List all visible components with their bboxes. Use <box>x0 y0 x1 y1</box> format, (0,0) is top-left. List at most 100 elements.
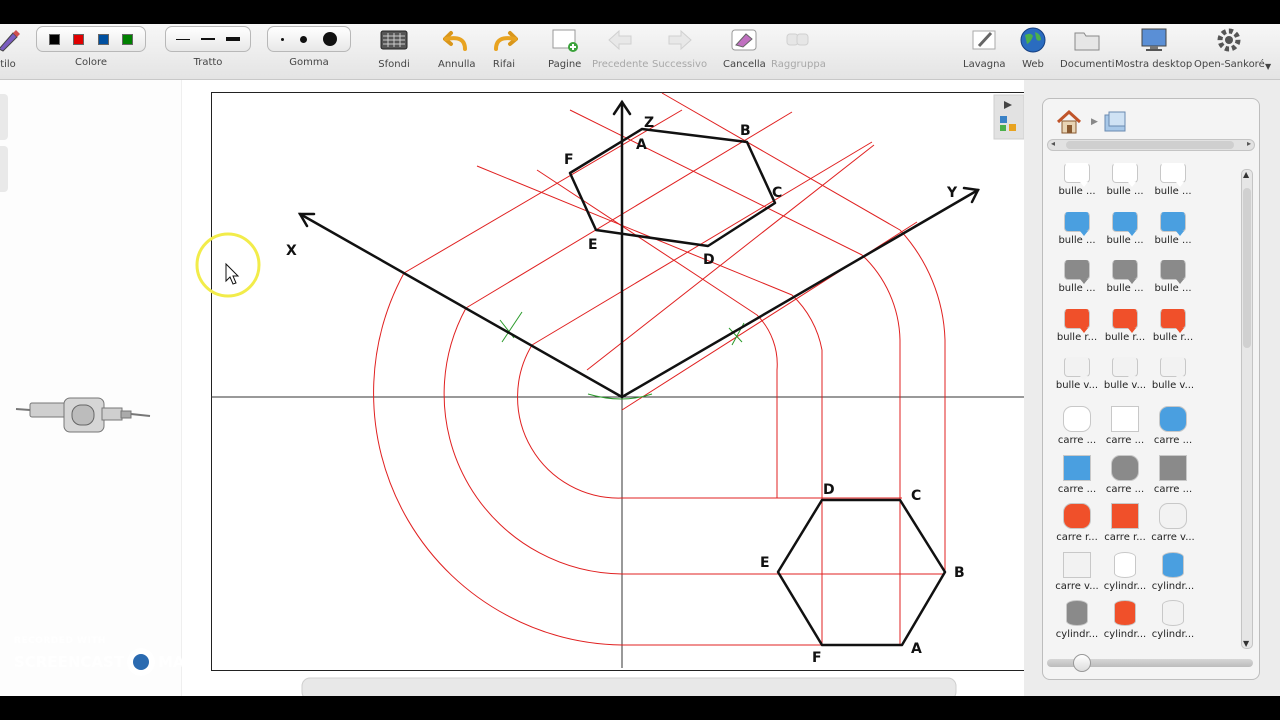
vertical-scroll-thumb[interactable] <box>1243 188 1251 348</box>
library-item[interactable]: carre v... <box>1149 503 1197 543</box>
library-item[interactable]: carre r... <box>1053 503 1101 543</box>
group-label: Raggruppa <box>771 59 826 70</box>
library-item[interactable]: carre ... <box>1053 454 1101 495</box>
board-button[interactable]: Lavagna <box>963 26 1006 70</box>
library-items-grid: bulle ... bulle ... bulle ... bulle ... bull… <box>1043 159 1243 649</box>
library-item[interactable]: carre ... <box>1149 454 1197 495</box>
zoom-slider-knob[interactable] <box>1073 654 1091 672</box>
library-item[interactable]: bulle r... <box>1053 308 1101 343</box>
color-swatch-blue[interactable] <box>97 33 109 45</box>
zoom-slider[interactable] <box>1047 654 1253 672</box>
eraser-small[interactable] <box>281 37 284 41</box>
horizontal-scroll-thumb[interactable] <box>1066 141 1234 149</box>
library-item-label: bulle ... <box>1154 234 1192 246</box>
scroll-right-icon[interactable]: ▸ <box>1247 139 1251 148</box>
stylus-icon <box>0 26 24 54</box>
library-item-label: bulle r... <box>1104 331 1146 343</box>
screencast-watermark: RECORDED WITH SCREENCAST MATIC <box>14 636 210 676</box>
library-item[interactable]: bulle v... <box>1053 357 1101 391</box>
library-item[interactable]: carre ... <box>1053 406 1101 446</box>
stroke-thick[interactable] <box>225 37 240 41</box>
redo-button[interactable]: Rifai <box>488 26 520 70</box>
cylinder-icon <box>1114 600 1136 627</box>
library-item[interactable]: bulle v... <box>1149 357 1197 391</box>
color-swatch-red[interactable] <box>73 33 85 45</box>
vertical-scrollbar[interactable]: ▲ ▼ <box>1241 169 1253 649</box>
top-hex-label-c: C <box>772 185 782 201</box>
chevron-down-icon[interactable]: ▼ <box>1265 62 1271 71</box>
axis-label-x: X <box>286 243 297 259</box>
stroke-group: Tratto <box>165 26 251 68</box>
technical-drawing[interactable]: X Y Z A B C D E F A B C D E F <box>182 80 1024 696</box>
library-item[interactable]: carre r... <box>1101 503 1149 543</box>
library-item[interactable]: bulle ... <box>1053 163 1101 197</box>
library-item[interactable]: cylindr... <box>1149 551 1197 592</box>
arrow-right-icon <box>664 26 696 54</box>
library-item[interactable]: cylindr... <box>1101 600 1149 640</box>
screencast-logo-icon <box>127 648 156 676</box>
square-icon <box>1063 503 1091 530</box>
library-item-label: cylindr... <box>1151 580 1195 592</box>
show-desktop-button[interactable]: Mostra desktop <box>1115 26 1192 70</box>
library-toggle-button[interactable] <box>993 94 1024 140</box>
stroke-thin[interactable] <box>176 38 191 40</box>
eraser-medium[interactable] <box>300 35 307 43</box>
library-item[interactable]: cylindr... <box>1101 551 1149 592</box>
undo-button[interactable]: Annulla <box>438 26 476 70</box>
library-item[interactable]: bulle v... <box>1101 357 1149 391</box>
library-item[interactable]: carre v... <box>1053 551 1101 592</box>
open-sankore-button[interactable]: Open-Sankoré <box>1194 26 1265 70</box>
stroke-medium[interactable] <box>200 38 215 40</box>
home-icon[interactable] <box>1055 109 1083 139</box>
library-item[interactable]: bulle ... <box>1101 260 1149 294</box>
library-item[interactable]: bulle ... <box>1149 260 1197 294</box>
color-swatch-green[interactable] <box>122 33 134 45</box>
group-button[interactable]: Raggruppa <box>771 26 826 70</box>
scroll-down-icon[interactable]: ▼ <box>1243 639 1249 648</box>
scroll-up-icon[interactable]: ▲ <box>1243 170 1249 179</box>
arrow-left-icon <box>604 26 636 54</box>
library-item[interactable]: bulle ... <box>1149 163 1197 197</box>
library-item[interactable]: carre ... <box>1149 406 1197 446</box>
documents-button[interactable]: Documenti <box>1060 26 1115 70</box>
color-swatch-black[interactable] <box>48 33 60 45</box>
library-item[interactable]: bulle ... <box>1053 260 1101 294</box>
redo-label: Rifai <box>492 59 516 70</box>
library-folder-icon[interactable] <box>1101 109 1129 139</box>
pages-label: Pagine <box>548 59 582 70</box>
backgrounds-button[interactable]: Sfondi <box>378 26 410 70</box>
library-item-label: carre ... <box>1153 435 1193 446</box>
library-item[interactable]: bulle ... <box>1101 163 1149 197</box>
color-group: Colore <box>36 26 146 68</box>
documents-label: Documenti <box>1060 59 1115 70</box>
library-item[interactable]: cylindr... <box>1149 600 1197 640</box>
library-item[interactable]: carre ... <box>1101 406 1149 446</box>
cylinder-icon <box>1162 551 1184 578</box>
library-item[interactable]: cylindr... <box>1053 600 1101 640</box>
scroll-left-icon[interactable]: ◂ <box>1051 139 1055 148</box>
bottom-drawer-handle[interactable] <box>301 677 957 696</box>
library-item[interactable]: bulle r... <box>1101 308 1149 343</box>
stylus-tool-button[interactable]: tilo <box>0 26 24 70</box>
library-item[interactable]: bulle ... <box>1053 211 1101 246</box>
library-item-label: bulle ... <box>1058 186 1096 197</box>
library-item[interactable]: bulle ... <box>1101 211 1149 246</box>
library-item[interactable]: bulle ... <box>1149 211 1197 246</box>
library-item[interactable]: carre ... <box>1101 454 1149 495</box>
top-hex-label-f: F <box>564 152 574 168</box>
library-item-label: carre v... <box>1151 532 1195 544</box>
top-hex-label-d: D <box>703 252 715 268</box>
speech-bubble-icon <box>1160 163 1186 187</box>
web-button[interactable]: Web <box>1017 26 1049 70</box>
eraser-picker <box>267 26 351 52</box>
eraser-large[interactable] <box>323 32 337 46</box>
library-item[interactable]: bulle r... <box>1149 308 1197 343</box>
gear-icon <box>1213 26 1245 54</box>
clear-button[interactable]: Cancella <box>723 26 766 70</box>
previous-button[interactable]: Precedente <box>592 26 648 70</box>
next-button[interactable]: Successivo <box>652 26 707 70</box>
library-item-label: bulle r... <box>1152 331 1194 343</box>
pages-button[interactable]: Pagine <box>548 26 581 70</box>
horizontal-scrollbar[interactable]: ◂ ▸ <box>1047 139 1255 151</box>
drawing-canvas[interactable]: X Y Z A B C D E F A B C D E F <box>182 80 1024 696</box>
